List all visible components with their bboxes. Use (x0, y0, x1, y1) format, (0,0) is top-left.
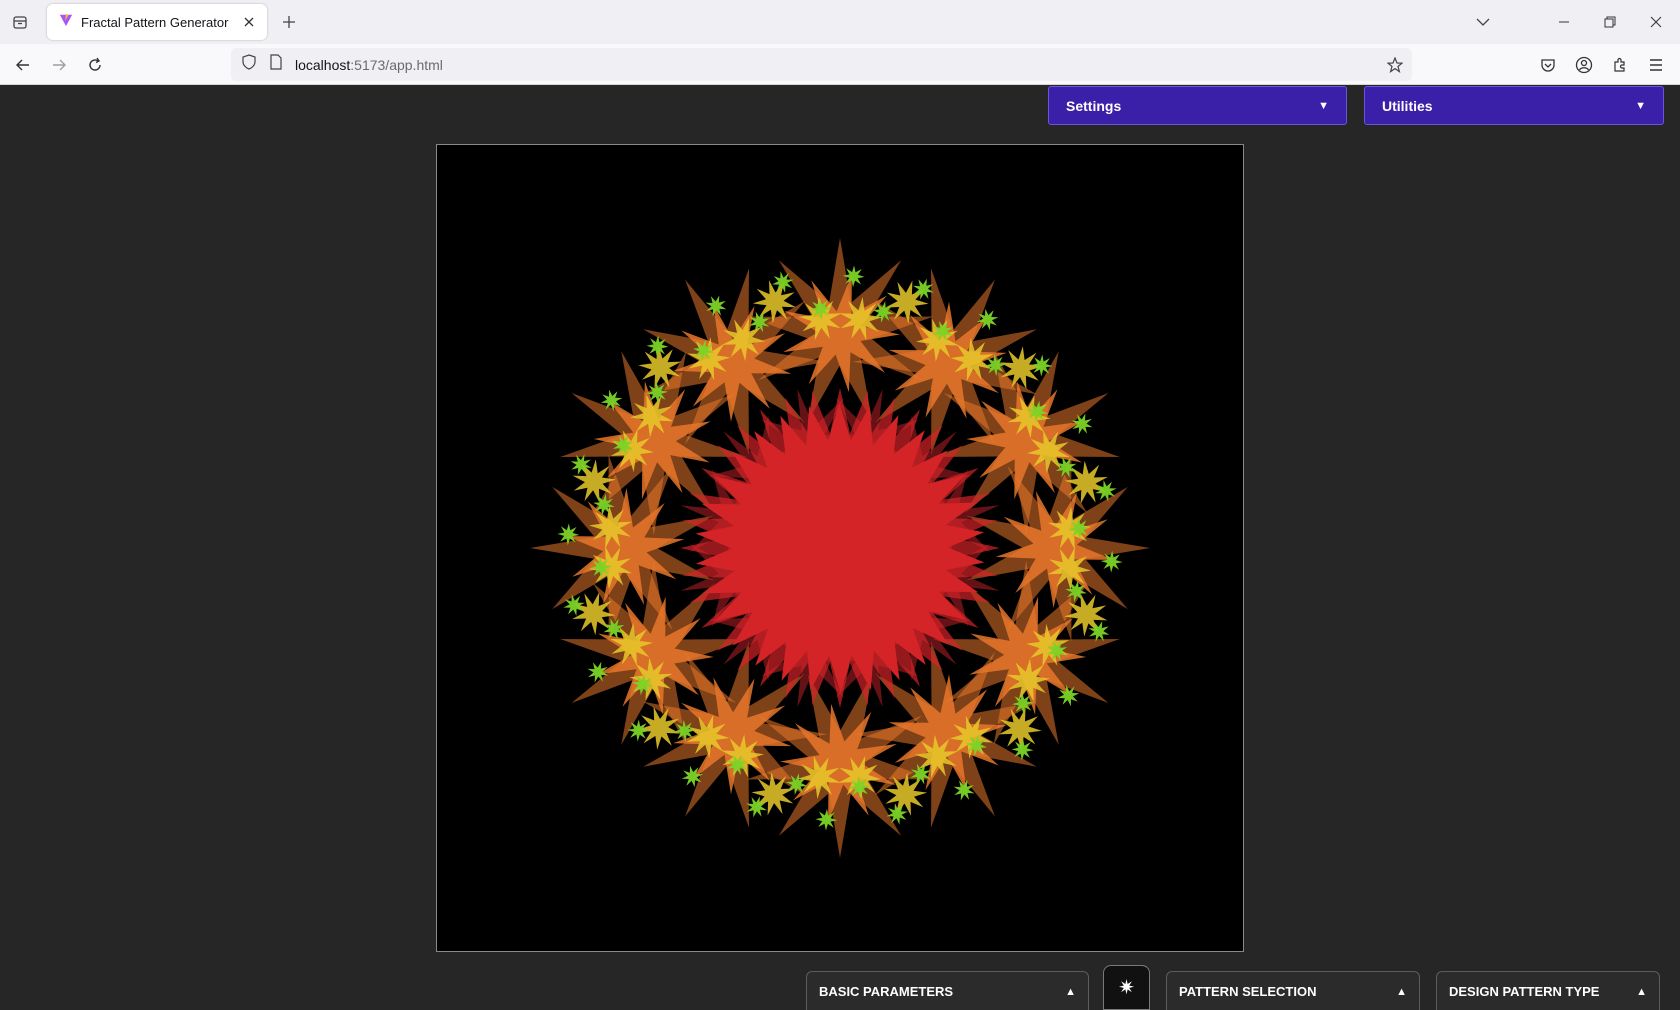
basic-parameters-label: BASIC PARAMETERS (819, 984, 954, 999)
fractal-pattern-image (530, 238, 1150, 858)
generate-starburst-button[interactable]: ✷ (1103, 965, 1150, 1010)
url-text[interactable]: localhost:5173/app.html (295, 57, 443, 73)
settings-label: Settings (1066, 97, 1122, 114)
pattern-selection-label: PATTERN SELECTION (1179, 984, 1317, 999)
caret-up-icon: ▲ (1636, 985, 1647, 998)
pocket-icon[interactable] (1533, 50, 1563, 80)
pattern-selection-panel-toggle[interactable]: PATTERN SELECTION ▲ (1166, 971, 1420, 1010)
caret-down-icon: ▼ (1318, 99, 1329, 112)
back-arrow-icon[interactable] (8, 50, 38, 80)
firefox-view-icon[interactable] (5, 8, 35, 36)
tracking-shield-icon[interactable] (241, 54, 257, 75)
design-pattern-type-label: DESIGN PATTERN TYPE (1449, 984, 1600, 999)
utilities-dropdown[interactable]: Utilities ▼ (1364, 86, 1664, 125)
design-pattern-type-panel-toggle[interactable]: DESIGN PATTERN TYPE ▲ (1436, 971, 1660, 1010)
chevron-down-icon[interactable] (1468, 8, 1498, 36)
bookmark-star-icon[interactable] (1384, 54, 1406, 76)
utilities-label: Utilities (1382, 97, 1433, 114)
fractal-canvas[interactable] (436, 144, 1244, 952)
minimize-icon[interactable] (1548, 8, 1580, 36)
caret-down-icon: ▼ (1635, 99, 1646, 112)
extensions-puzzle-icon[interactable] (1605, 50, 1635, 80)
close-icon[interactable] (239, 12, 259, 32)
url-bar[interactable]: localhost:5173/app.html (231, 48, 1412, 81)
browser-nav-bar: localhost:5173/app.html (0, 44, 1680, 85)
basic-parameters-panel-toggle[interactable]: BASIC PARAMETERS ▲ (806, 971, 1089, 1010)
active-browser-tab[interactable]: Fractal Pattern Generator (47, 4, 267, 40)
url-host: localhost (295, 56, 351, 73)
window-close-icon[interactable] (1640, 8, 1672, 36)
caret-up-icon: ▲ (1065, 985, 1076, 998)
url-path: :5173/app.html (350, 56, 443, 73)
page-info-icon[interactable] (269, 54, 283, 75)
starburst-icon: ✷ (1118, 977, 1135, 999)
caret-up-icon: ▲ (1396, 985, 1407, 998)
restore-icon[interactable] (1594, 8, 1626, 36)
settings-dropdown[interactable]: Settings ▼ (1048, 86, 1347, 125)
reload-icon[interactable] (80, 50, 110, 80)
browser-tab-bar: Fractal Pattern Generator (0, 0, 1680, 44)
hamburger-menu-icon[interactable] (1641, 50, 1671, 80)
forward-arrow-icon[interactable] (44, 50, 74, 80)
new-tab-plus-icon[interactable] (274, 8, 304, 36)
tab-title: Fractal Pattern Generator (81, 14, 229, 30)
account-icon[interactable] (1569, 50, 1599, 80)
vite-favicon-icon (59, 13, 73, 32)
